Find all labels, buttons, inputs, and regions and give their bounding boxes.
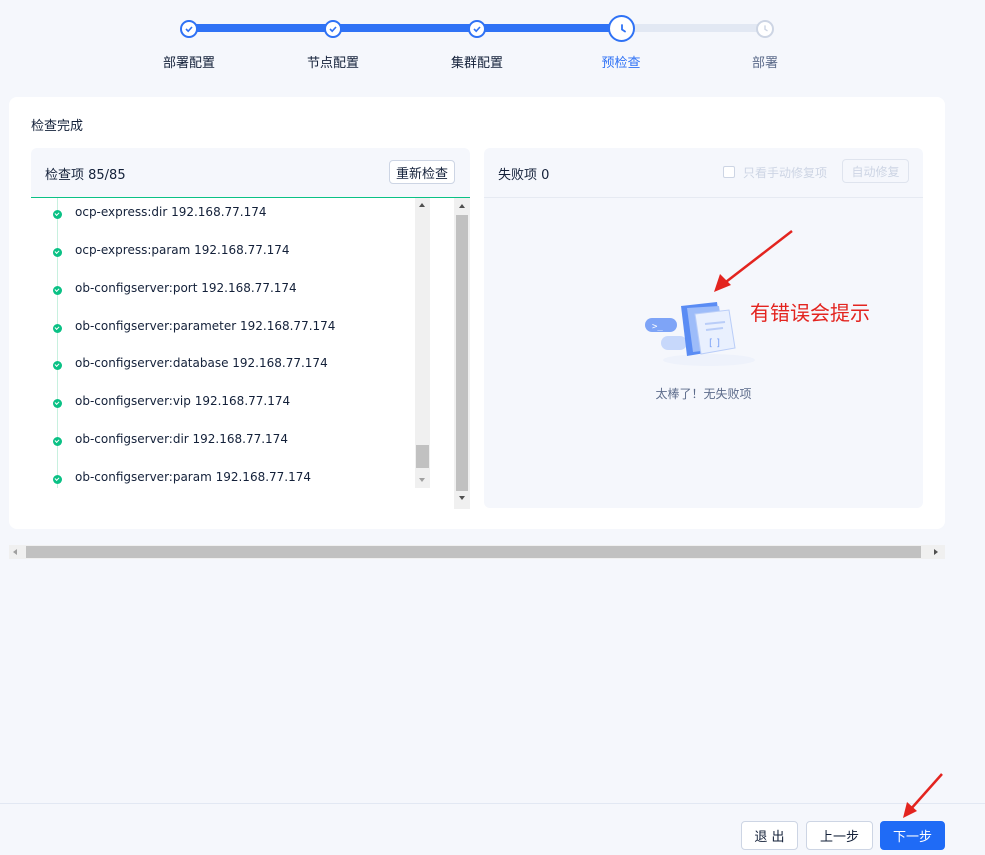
stepper-track-todo	[621, 24, 765, 32]
step-3-label: 集群配置	[450, 56, 503, 71]
recheck-button[interactable]: 重新检查	[389, 160, 455, 184]
step-4-clock-icon	[608, 15, 635, 42]
scroll-right-arrow-icon[interactable]	[934, 549, 938, 555]
list-inner-scrollbar[interactable]	[415, 198, 430, 488]
success-icon	[53, 248, 62, 257]
check-item: ob-configserver:port 192.168.77.174	[75, 281, 297, 295]
check-item: ocp-express:dir 192.168.77.174	[75, 205, 267, 219]
success-icon	[53, 361, 62, 370]
step-1-label: 部署配置	[162, 56, 215, 71]
check-item: ob-configserver:vip 192.168.77.174	[75, 394, 291, 408]
step-5-clock-icon	[756, 20, 774, 38]
check-item: ob-configserver:param 192.168.77.174	[75, 470, 312, 484]
check-items-panel: 检查项 85/85 重新检查 ocp-express:dir 192.168.7…	[31, 148, 470, 509]
page-horizontal-scrollbar[interactable]	[9, 545, 945, 559]
step-5-label: 部署	[751, 56, 778, 71]
scroll-thumb[interactable]	[26, 546, 921, 558]
svg-text:>_: >_	[652, 322, 663, 332]
empty-success-illustration-icon: >_ [ ]	[645, 302, 755, 366]
scroll-thumb[interactable]	[456, 215, 468, 491]
success-icon	[53, 210, 62, 219]
failed-items-title: 失败项 0	[498, 168, 550, 183]
prev-step-button[interactable]: 上一步	[806, 821, 873, 850]
check-item: ob-configserver:dir 192.168.77.174	[75, 432, 288, 446]
check-item: ocp-express:param 192.168.77.174	[75, 243, 290, 257]
scroll-down-arrow-icon[interactable]	[419, 478, 425, 482]
scroll-up-arrow-icon[interactable]	[419, 203, 425, 207]
auto-fix-button[interactable]: 自动修复	[842, 159, 909, 183]
list-outer-scrollbar[interactable]	[454, 198, 470, 509]
check-items-list[interactable]: ocp-express:dir 192.168.77.174 ocp-expre…	[31, 197, 470, 509]
step-3-check-icon	[468, 20, 486, 38]
success-icon	[53, 437, 62, 446]
check-item: ob-configserver:database 192.168.77.174	[75, 356, 328, 370]
exit-button[interactable]: 退 出	[741, 821, 798, 850]
success-icon	[53, 475, 62, 484]
next-step-button[interactable]: 下一步	[880, 821, 945, 850]
success-icon	[53, 399, 62, 408]
manual-fix-checkbox-label[interactable]: 只看手动修复项	[743, 164, 827, 181]
scroll-down-arrow-icon[interactable]	[459, 496, 465, 500]
success-icon	[53, 286, 62, 295]
scroll-left-arrow-icon[interactable]	[13, 549, 17, 555]
check-items-title: 检查项 85/85	[45, 168, 126, 183]
failed-items-header: 失败项 0 只看手动修复项 自动修复	[484, 148, 923, 196]
scroll-thumb[interactable]	[416, 445, 429, 468]
scroll-up-arrow-icon[interactable]	[459, 204, 465, 208]
annotation-arrow-icon	[714, 230, 793, 292]
card-title: 检查完成	[31, 119, 84, 134]
step-4-label: 预检查	[601, 56, 641, 71]
annotation-arrow-icon	[903, 773, 943, 818]
step-2-check-icon	[324, 20, 342, 38]
check-items-header: 检查项 85/85 重新检查	[31, 148, 470, 196]
success-icon	[53, 324, 62, 333]
manual-fix-checkbox[interactable]	[723, 166, 735, 178]
stepper-track-done	[189, 24, 621, 32]
svg-text:[ ]: [ ]	[709, 338, 720, 349]
empty-state-text: 太棒了！无失败项	[655, 387, 752, 401]
failed-items-panel: 失败项 0 只看手动修复项 自动修复 >_ [ ] 太棒了！无失败项	[484, 148, 923, 508]
error-hint-annotation: 有错误会提示	[750, 301, 870, 325]
step-2-label: 节点配置	[306, 56, 359, 71]
step-1-check-icon	[180, 20, 198, 38]
footer-bar: 退 出 上一步 下一步	[0, 803, 985, 855]
check-item: ob-configserver:parameter 192.168.77.174	[75, 319, 336, 333]
